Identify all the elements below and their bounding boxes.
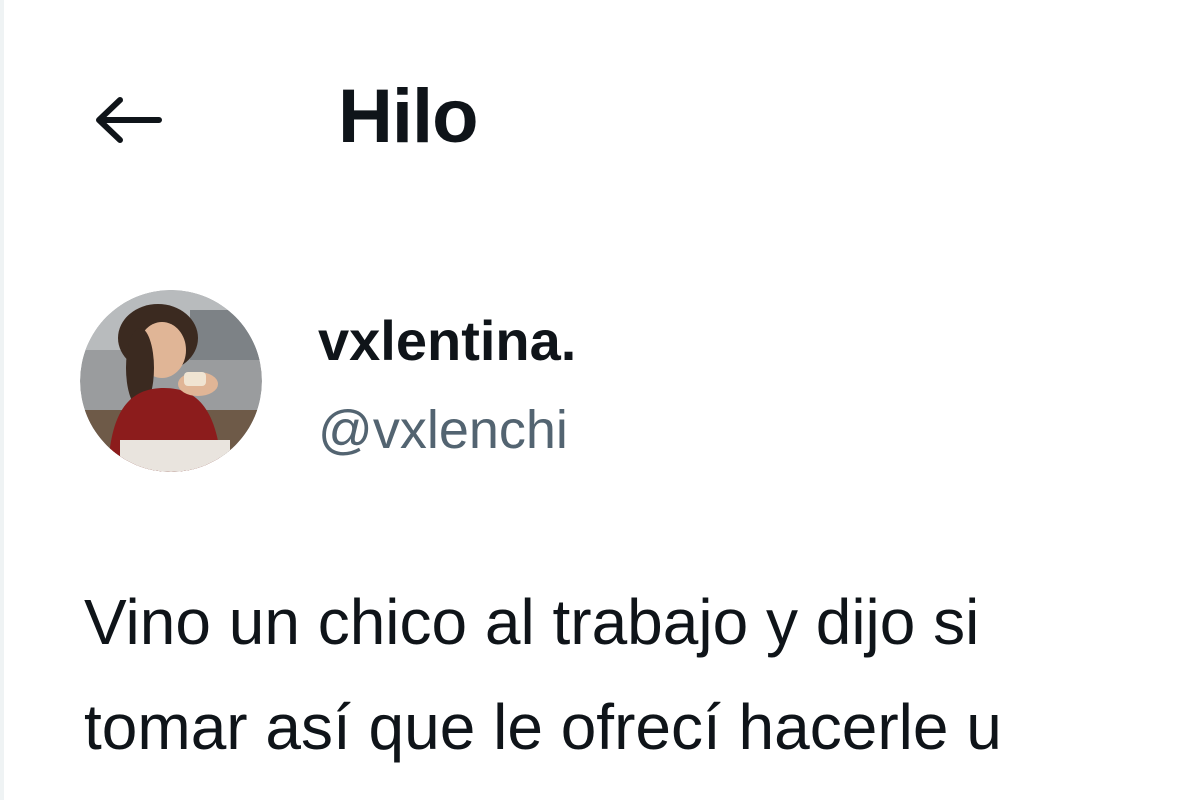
username[interactable]: @vxlenchi — [318, 398, 568, 462]
tweet-text-line: Vino un chico al trabajo y dijo si — [84, 586, 980, 658]
tweet-text: Vino un chico al trabajo y dijo si tomar… — [84, 570, 1200, 780]
profile-photo — [80, 290, 262, 472]
display-name[interactable]: vxlentina. — [318, 308, 576, 374]
arrow-left-icon — [96, 97, 162, 143]
tweet-text-line: tomar así que le ofrecí hacerle u — [84, 691, 1002, 763]
tweet-author: vxlentina. @vxlenchi — [80, 290, 1180, 472]
header: Hilo — [0, 0, 1200, 230]
avatar[interactable] — [80, 290, 262, 472]
page-title: Hilo — [338, 74, 479, 159]
thread-page: Hilo vxlentina. @vxlenchi Vino un chico … — [0, 0, 1200, 800]
back-button[interactable] — [88, 80, 168, 160]
